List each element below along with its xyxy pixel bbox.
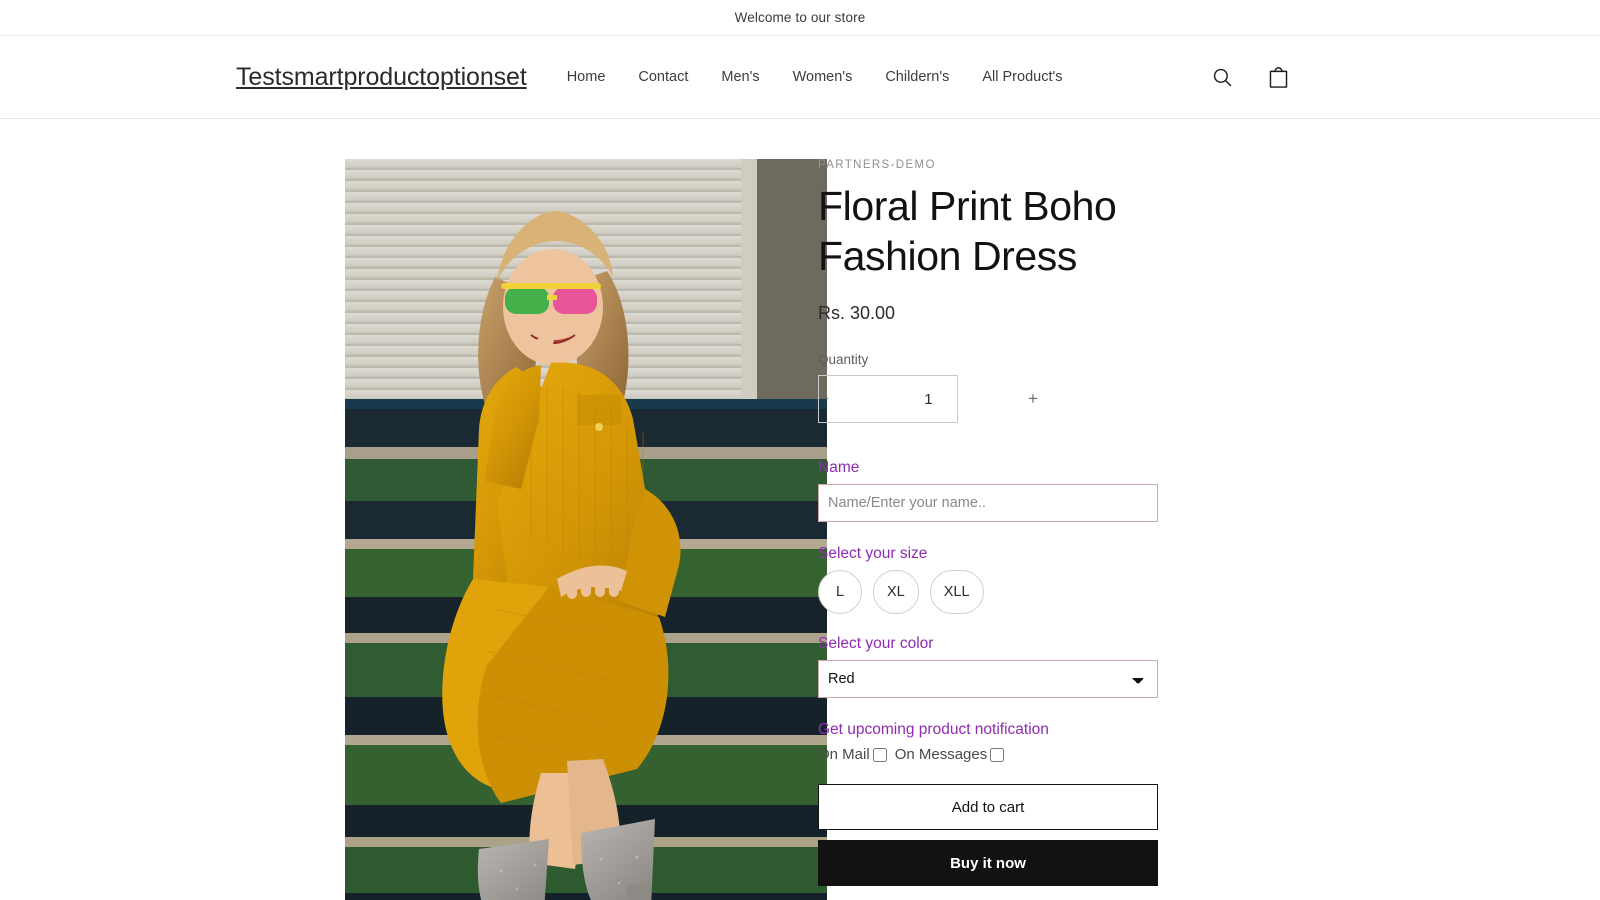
on-messages-checkbox[interactable]: [990, 747, 1005, 762]
size-option-xll[interactable]: XLL: [929, 570, 984, 615]
header-actions: [1205, 60, 1295, 94]
product-page-main: PARTNERS-DEMO Floral Print Boho Fashion …: [0, 119, 1600, 900]
nav-item-contact[interactable]: Contact: [636, 65, 690, 89]
product-price: Rs. 30.00: [818, 303, 896, 324]
announcement-bar: Welcome to our store: [0, 0, 1600, 36]
name-input[interactable]: [818, 484, 1158, 523]
nav-item-womens[interactable]: Women's: [791, 65, 855, 89]
on-mail-checkbox[interactable]: [872, 747, 887, 762]
quantity-decrease-button[interactable]: −: [819, 376, 829, 422]
nav-item-home[interactable]: Home: [565, 65, 608, 89]
notification-heading: Get upcoming product notification: [818, 721, 1049, 739]
quantity-input[interactable]: [828, 390, 1028, 408]
quantity-label: Quantity: [818, 352, 869, 368]
add-to-cart-button[interactable]: Add to cart: [818, 784, 1158, 831]
size-option-label: Select your size: [818, 545, 928, 563]
product-info-column: PARTNERS-DEMO Floral Print Boho Fashion …: [818, 119, 1218, 900]
on-mail-label[interactable]: On Mail: [818, 746, 870, 763]
size-option-l[interactable]: L: [818, 570, 862, 615]
site-header: Testsmartproductoptionset Home Contact M…: [0, 36, 1600, 119]
nav-item-childerns[interactable]: Childern's: [883, 65, 951, 89]
size-options: L XL XLL: [818, 570, 1218, 615]
product-vendor: PARTNERS-DEMO: [818, 159, 936, 171]
on-messages-label[interactable]: On Messages: [895, 746, 988, 763]
search-button[interactable]: [1205, 60, 1239, 94]
name-option-label: Name: [818, 459, 860, 477]
product-media-column: [60, 119, 827, 900]
cart-button[interactable]: [1261, 60, 1295, 94]
shopping-bag-icon: [1268, 66, 1289, 89]
quantity-increase-button[interactable]: +: [1028, 376, 1038, 422]
quantity-stepper: − +: [818, 375, 1038, 424]
product-title: Floral Print Boho Fashion Dress: [818, 183, 1117, 280]
buy-it-now-button[interactable]: Buy it now: [818, 840, 1158, 887]
store-logo-link[interactable]: Testsmartproductoptionset: [236, 63, 527, 92]
notification-options: On Mail On Messages: [818, 746, 1218, 763]
search-icon: [1212, 67, 1233, 88]
color-select[interactable]: Red: [818, 660, 1158, 699]
nav-item-all-products[interactable]: All Product's: [980, 65, 1064, 89]
product-image[interactable]: [345, 159, 827, 900]
size-option-xl[interactable]: XL: [873, 570, 919, 615]
announcement-text: Welcome to our store: [734, 10, 866, 25]
nav-item-mens[interactable]: Men's: [719, 65, 761, 89]
main-navigation: Home Contact Men's Women's Childern's Al…: [565, 65, 1065, 89]
color-option-label: Select your color: [818, 635, 934, 653]
